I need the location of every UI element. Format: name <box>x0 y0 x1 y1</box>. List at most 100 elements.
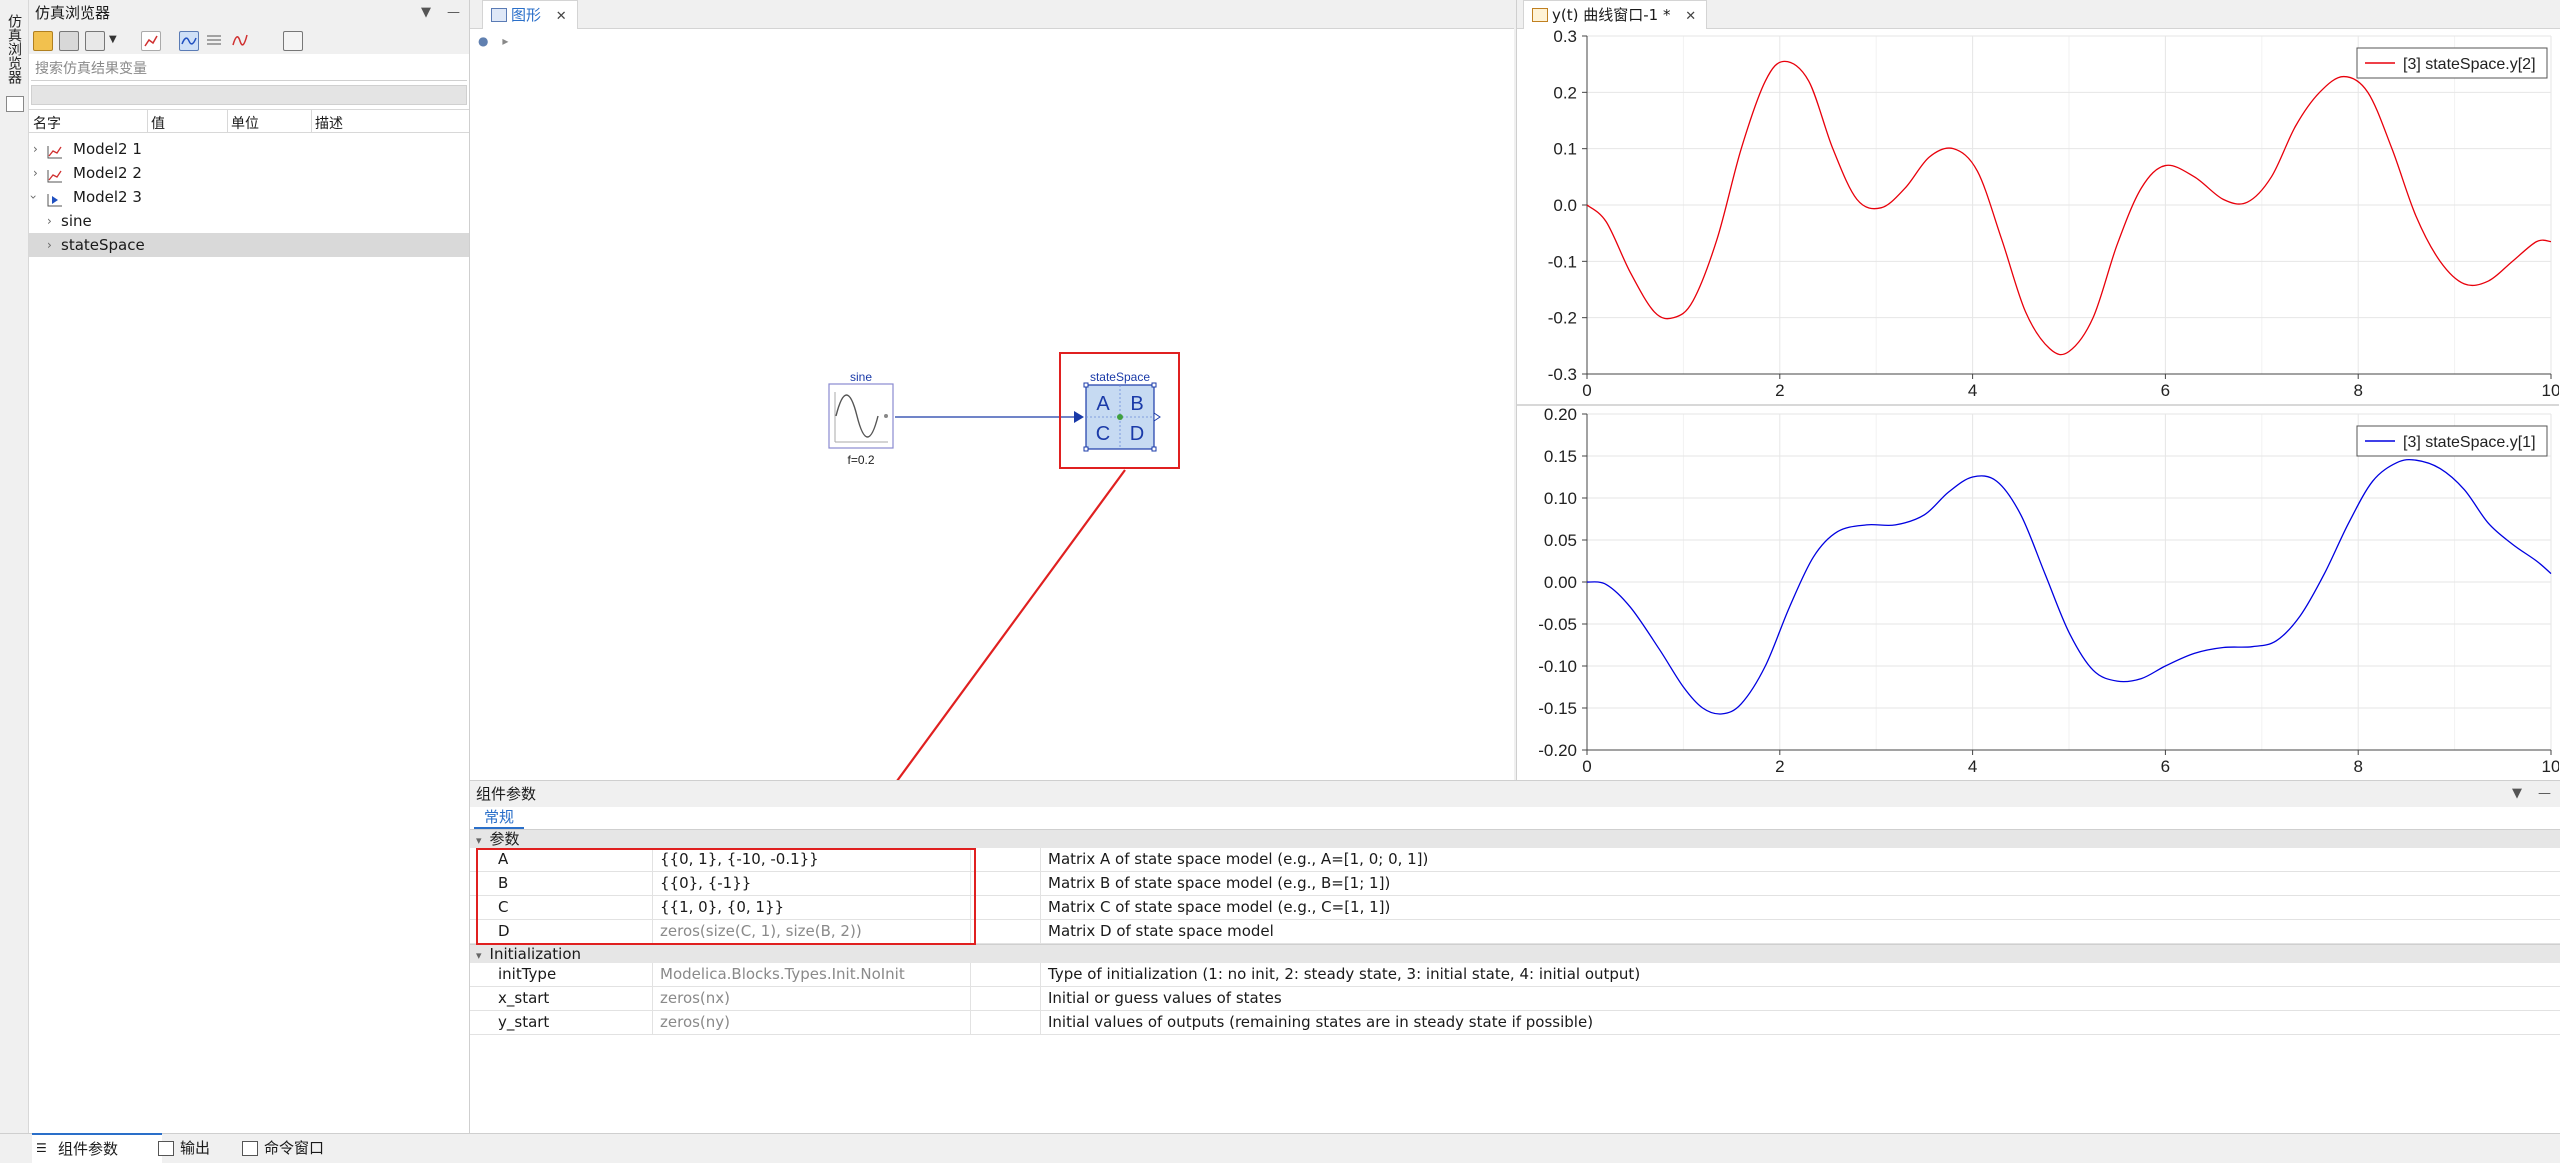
param-row[interactable]: y_start zeros(ny) Initial values of output… <box>470 1011 2560 1035</box>
save-icon[interactable] <box>59 31 79 51</box>
sine-block[interactable]: sine f=0.2 <box>828 370 894 467</box>
plot-result-icon <box>47 142 63 159</box>
y-tick-label: -0.1 <box>1548 252 1577 271</box>
tab-plot-window[interactable]: y(t) 曲线窗口-1 * ✕ <box>1523 0 1708 29</box>
bottom-tab-output-label: 输出 <box>180 1139 211 1157</box>
param-group-header[interactable]: ▾ Initialization <box>470 944 2560 963</box>
param-row[interactable]: initType Modelica.Blocks.Types.Init.NoIni… <box>470 963 2560 987</box>
tree-item-model2-1[interactable]: › Model2 1 <box>29 137 469 161</box>
tab-general[interactable]: 常规 <box>474 807 525 829</box>
param-description: Matrix D of state space model <box>1048 922 1274 940</box>
input-port-triangle[interactable] <box>1074 411 1084 423</box>
diagram-canvas: sine f=0.2 A B C D stateSpace <box>828 352 1180 780</box>
x-tick-label: 10 <box>2542 757 2559 776</box>
column-header: 名字 值 单位 描述 <box>29 109 469 133</box>
chevron-right-icon[interactable]: › <box>33 161 38 185</box>
x-tick-label: 0 <box>1582 381 1591 400</box>
params-tabs: 常规 <box>470 807 2560 829</box>
dropdown-arrow-icon[interactable]: ▼ <box>421 0 431 26</box>
run-result-icon <box>47 190 63 207</box>
x-y-plot-icon[interactable] <box>231 31 249 49</box>
y-tick-label: 0.20 <box>1544 406 1577 424</box>
param-value-field[interactable]: Modelica.Blocks.Types.Init.NoInit <box>660 963 905 986</box>
param-value-field[interactable]: zeros(ny) <box>660 1011 730 1034</box>
sim-browser-vertical-tab[interactable]: 仿真浏览器 <box>4 14 24 84</box>
y-t-plot-icon[interactable] <box>179 31 199 51</box>
tree-item-model2-2[interactable]: › Model2 2 <box>29 161 469 185</box>
col-unit[interactable]: 单位 <box>231 113 259 133</box>
param-group-label: 参数 <box>489 830 520 848</box>
table-icon[interactable] <box>205 31 223 49</box>
chevron-down-icon[interactable]: › <box>21 195 45 200</box>
params-title-bar: 组件参数 ▼ — <box>470 781 2560 807</box>
param-value-field[interactable]: {{1, 0}, {0, 1}} <box>660 896 784 919</box>
param-row[interactable]: C {{1, 0}, {0, 1}} Matrix C of state space… <box>470 896 2560 920</box>
param-value-field[interactable]: zeros(size(C, 1), size(B, 2)) <box>660 920 862 943</box>
dropdown-arrow-icon[interactable]: ▼ <box>2512 781 2522 807</box>
col-value[interactable]: 值 <box>151 113 165 133</box>
filter-bar[interactable] <box>31 85 467 105</box>
simulation-browser-panel: 仿真浏览器 ▼ — ▼ 搜索仿真结果变量 名字 值 单位 描述 › Model2… <box>26 0 470 1133</box>
ss-letter-c: C <box>1096 423 1110 445</box>
minimize-icon[interactable]: — <box>447 0 460 26</box>
bottom-tab-output[interactable]: 输出 <box>154 1134 240 1162</box>
plot-y2[interactable]: 0 2 4 6 8 10 0.3 0.2 0.1 0.0 -0.1 -0.2 -0.3 [3] state… <box>1517 28 2559 404</box>
plot-result-icon <box>47 166 63 183</box>
list-icon: ☰ <box>36 1141 47 1155</box>
chevron-down-icon[interactable]: ▾ <box>476 949 482 962</box>
chevron-right-icon[interactable]: › <box>33 137 38 161</box>
statespace-block[interactable]: A B C D stateSpace <box>1083 370 1161 452</box>
minimize-icon[interactable]: — <box>2538 781 2551 807</box>
x-tick-label: 8 <box>2353 381 2362 400</box>
param-description: Initial values of outputs (remaining sta… <box>1048 1013 1594 1031</box>
param-row[interactable]: B {{0}, {-1}} Matrix B of state space mode… <box>470 872 2560 896</box>
chevron-down-icon[interactable]: ▼ <box>109 31 119 49</box>
output-icon <box>158 1141 174 1156</box>
param-value-field[interactable]: {{0}, {-1}} <box>660 872 751 895</box>
param-group-header[interactable]: ▾ 参数 <box>470 829 2560 848</box>
param-row[interactable]: A {{0, 1}, {-10, -0.1}} Matrix A of state … <box>470 848 2560 872</box>
y-tick-label: 0.3 <box>1553 28 1577 46</box>
terminal-icon <box>242 1141 258 1156</box>
params-title: 组件参数 <box>476 785 537 803</box>
param-row[interactable]: x_start zeros(nx) Initial or guess values … <box>470 987 2560 1011</box>
param-name: A <box>498 850 509 868</box>
y-tick-label: 0.2 <box>1553 83 1577 102</box>
x-tick-label: 4 <box>1968 757 1977 776</box>
bottom-tab-command-label: 命令窗口 <box>264 1139 325 1157</box>
left-tab-strip: 仿真浏览器 <box>0 0 29 1133</box>
diagram-view: 图形 ✕ ● ▸ sine f=0.2 A B C D stateSpace <box>470 0 1514 780</box>
param-value-field[interactable]: {{0, 1}, {-10, -0.1}} <box>660 848 819 871</box>
params-table: ▾ 参数 A {{0, 1}, {-10, -0.1}} Matrix A of sta… <box>470 829 2560 1035</box>
chevron-down-icon[interactable]: ▾ <box>476 834 482 847</box>
bottom-tab-params[interactable]: ☰ 组件参数 <box>32 1133 162 1163</box>
param-name: D <box>498 922 510 940</box>
settings-box-icon[interactable] <box>283 31 303 51</box>
tree-item-statespace[interactable]: › stateSpace <box>29 233 469 257</box>
col-desc[interactable]: 描述 <box>315 113 343 133</box>
plot-tab-bar: y(t) 曲线窗口-1 * ✕ <box>1517 0 2560 29</box>
tree-item-model2-3[interactable]: › Model2 3 <box>26 185 469 209</box>
open-folder-icon[interactable] <box>33 31 53 51</box>
chevron-right-icon[interactable]: › <box>47 233 52 257</box>
plot-window-icon <box>1532 8 1548 22</box>
col-name[interactable]: 名字 <box>33 113 61 133</box>
chevron-right-icon[interactable]: › <box>47 209 52 233</box>
param-row[interactable]: Dzeros(size(C, 1), size(B, 2)) Matrix D o… <box>470 920 2560 944</box>
param-name: initType <box>498 965 557 983</box>
legend-label: [3] stateSpace.y[1] <box>2403 434 2536 451</box>
plot-tab-icon[interactable] <box>6 96 24 112</box>
param-name: C <box>498 898 509 916</box>
param-description: Type of initialization (1: no init, 2: s… <box>1048 965 1641 983</box>
bottom-tab-bar: ☰ 组件参数 输出 命令窗口 <box>0 1133 2560 1163</box>
tree-item-sine[interactable]: › sine <box>29 209 469 233</box>
save-as-icon[interactable] <box>85 31 105 51</box>
param-value-field[interactable]: zeros(nx) <box>660 987 730 1010</box>
search-variables-input[interactable]: 搜索仿真结果变量 <box>31 58 467 81</box>
close-icon[interactable]: ✕ <box>1685 9 1696 24</box>
bottom-tab-command[interactable]: 命令窗口 <box>238 1134 364 1162</box>
ss-letter-d: D <box>1130 423 1144 445</box>
tree-item-label: stateSpace <box>61 236 145 254</box>
plot-y1[interactable]: 0 2 4 6 8 10 0.20 0.15 0.10 0.05 0.00 -0.05 -0.10 -0.… <box>1517 406 2559 780</box>
new-plot-icon[interactable] <box>141 31 161 51</box>
